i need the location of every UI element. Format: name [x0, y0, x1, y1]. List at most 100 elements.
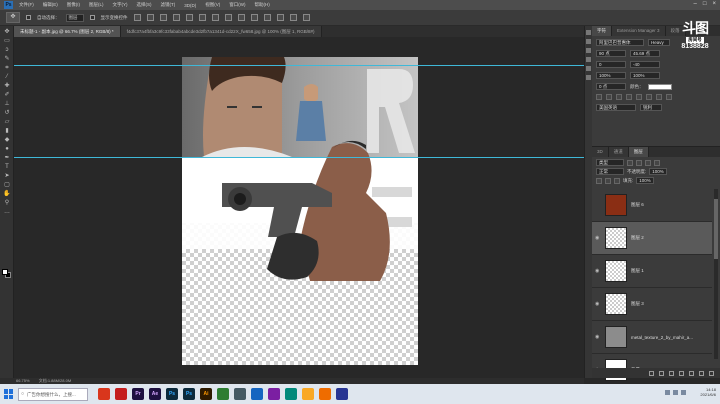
- crop-tool-icon[interactable]: ⌗: [2, 65, 12, 72]
- menu-filter[interactable]: 滤镜(T): [161, 2, 176, 8]
- photoshop-taskbar-icon[interactable]: Ps: [166, 388, 178, 400]
- layer-row[interactable]: 图层 6: [592, 189, 712, 222]
- guide-line-top[interactable]: [14, 65, 584, 66]
- align-right-icon[interactable]: [198, 14, 206, 21]
- lasso-tool-icon[interactable]: ↄ: [2, 47, 12, 54]
- lock-transparent-icon[interactable]: [596, 177, 602, 184]
- distribute-middle-icon[interactable]: [224, 14, 232, 21]
- volume-icon[interactable]: [673, 390, 678, 395]
- netease-music-icon[interactable]: [98, 388, 110, 400]
- dodge-tool-icon[interactable]: ●: [2, 146, 12, 153]
- app-purple-icon[interactable]: [268, 388, 280, 400]
- taskbar-search-input[interactable]: 广告你想搜什么，上搜...: [18, 387, 88, 401]
- lock-pixels-icon[interactable]: [605, 177, 611, 184]
- guide-line-middle[interactable]: [14, 157, 584, 158]
- antialias-select[interactable]: 锐利: [640, 104, 662, 111]
- align-middle-icon[interactable]: [146, 14, 154, 21]
- more-tools-icon[interactable]: …: [2, 209, 12, 216]
- tab-layers[interactable]: 图层: [628, 147, 649, 157]
- menu-window[interactable]: 窗口(W): [229, 2, 245, 8]
- font-family-select[interactable]: 阿里巴巴普惠体: [596, 39, 644, 46]
- history-brush-tool-icon[interactable]: ↺: [2, 110, 12, 117]
- delete-layer-icon[interactable]: [709, 370, 714, 376]
- align-left-icon[interactable]: [172, 14, 180, 21]
- history-panel-icon[interactable]: [586, 30, 591, 35]
- faux-italic-icon[interactable]: [606, 94, 612, 100]
- layer-name[interactable]: metal_texture_2_by_mahir_a...: [631, 335, 693, 340]
- adjustments-panel-icon[interactable]: [586, 48, 591, 53]
- premiere-icon[interactable]: Pr: [132, 388, 144, 400]
- layer-kind-filter[interactable]: 类型: [596, 159, 624, 166]
- layer-name[interactable]: 图层 3: [631, 301, 644, 307]
- transform-controls-checkbox[interactable]: [89, 15, 95, 20]
- visibility-eye-icon[interactable]: ◉: [595, 334, 601, 340]
- app-yellow-icon[interactable]: [302, 388, 314, 400]
- filter-type-icon[interactable]: [645, 159, 651, 166]
- photoshop-alt-icon[interactable]: Ps: [183, 388, 195, 400]
- align-bottom-icon[interactable]: [159, 14, 167, 21]
- tab-extension-manager[interactable]: Extension Manager 3: [612, 26, 666, 36]
- auto-align-icon[interactable]: [289, 14, 297, 21]
- clock[interactable]: 14:18 2021/6/6: [700, 387, 716, 397]
- adjustment-layer-icon[interactable]: [679, 370, 684, 376]
- minimize-button[interactable]: –: [694, 1, 697, 7]
- app-blue-icon[interactable]: [251, 388, 263, 400]
- swatches-panel-icon[interactable]: [586, 75, 591, 80]
- link-layers-icon[interactable]: [649, 370, 654, 376]
- illustrator-icon[interactable]: Ai: [200, 388, 212, 400]
- app-indigo-icon[interactable]: [336, 388, 348, 400]
- underline-icon[interactable]: [656, 94, 662, 100]
- menu-select[interactable]: 选择(S): [137, 2, 152, 8]
- language-select[interactable]: 美国英语: [596, 104, 636, 111]
- zoom-tool-icon[interactable]: ⚲: [2, 200, 12, 207]
- menu-3d[interactable]: 3D(D): [184, 3, 196, 8]
- layer-row-selected[interactable]: ◉ 图层 2: [592, 222, 712, 255]
- visibility-eye-icon[interactable]: ◉: [595, 301, 601, 307]
- font-size-field[interactable]: 90 点: [596, 50, 626, 57]
- path-select-tool-icon[interactable]: ➤: [2, 173, 12, 180]
- font-style-select[interactable]: Heavy: [648, 39, 670, 46]
- shape-tool-icon[interactable]: ▢: [2, 182, 12, 189]
- menu-image[interactable]: 图像(I): [67, 2, 80, 8]
- app-teal-icon[interactable]: [285, 388, 297, 400]
- filter-shape-icon[interactable]: [654, 159, 660, 166]
- clone-stamp-tool-icon[interactable]: ⊥: [2, 101, 12, 108]
- menu-edit[interactable]: 编辑(E): [43, 2, 58, 8]
- app-green-icon[interactable]: [217, 388, 229, 400]
- leading-field[interactable]: 45.69 点: [630, 50, 660, 57]
- tab-channels[interactable]: 通道: [608, 147, 629, 157]
- distribute-bottom-icon[interactable]: [237, 14, 245, 21]
- after-effects-icon[interactable]: Ae: [149, 388, 161, 400]
- strikethrough-icon[interactable]: [666, 94, 672, 100]
- blur-tool-icon[interactable]: ◆: [2, 137, 12, 144]
- filter-adjustment-icon[interactable]: [636, 159, 642, 166]
- layer-row[interactable]: ◉ metal_texture_2_by_mahir_a...: [592, 321, 712, 354]
- distribute-left-icon[interactable]: [250, 14, 258, 21]
- brush-tool-icon[interactable]: ✐: [2, 92, 12, 99]
- menu-type[interactable]: 文字(Y): [113, 2, 128, 8]
- gradient-tool-icon[interactable]: ▮: [2, 128, 12, 135]
- layer-name[interactable]: 图层 1: [631, 268, 644, 274]
- distribute-center-icon[interactable]: [263, 14, 271, 21]
- layer-row[interactable]: ◉ 图层 1: [592, 255, 712, 288]
- horizontal-scale-field[interactable]: 100%: [630, 72, 660, 79]
- type-tool-icon[interactable]: T: [2, 164, 12, 171]
- windows-start-icon[interactable]: [4, 389, 14, 399]
- visibility-eye-icon[interactable]: ◉: [595, 235, 601, 241]
- record-app-icon[interactable]: [115, 388, 127, 400]
- pen-tool-icon[interactable]: ✒: [2, 155, 12, 162]
- properties-panel-icon[interactable]: [586, 39, 591, 44]
- filter-pixel-icon[interactable]: [627, 159, 633, 166]
- move-tool-icon[interactable]: ✥: [2, 29, 12, 36]
- menu-help[interactable]: 帮助(H): [255, 2, 270, 8]
- layer-name[interactable]: 图层 6: [631, 202, 644, 208]
- canvas-area[interactable]: [14, 37, 584, 378]
- layers-scrollbar[interactable]: [714, 189, 718, 359]
- distribute-right-icon[interactable]: [276, 14, 284, 21]
- eyedropper-tool-icon[interactable]: ⁄: [2, 74, 12, 81]
- healing-tool-icon[interactable]: ✚: [2, 83, 12, 90]
- tab-document-2[interactable]: f4dfc37a4fbfa3c9fc33fabab4abcde3d2fb7a13…: [120, 26, 322, 37]
- superscript-icon[interactable]: [636, 94, 642, 100]
- foreground-color-swatch[interactable]: [2, 269, 8, 275]
- marquee-tool-icon[interactable]: ▭: [2, 38, 12, 45]
